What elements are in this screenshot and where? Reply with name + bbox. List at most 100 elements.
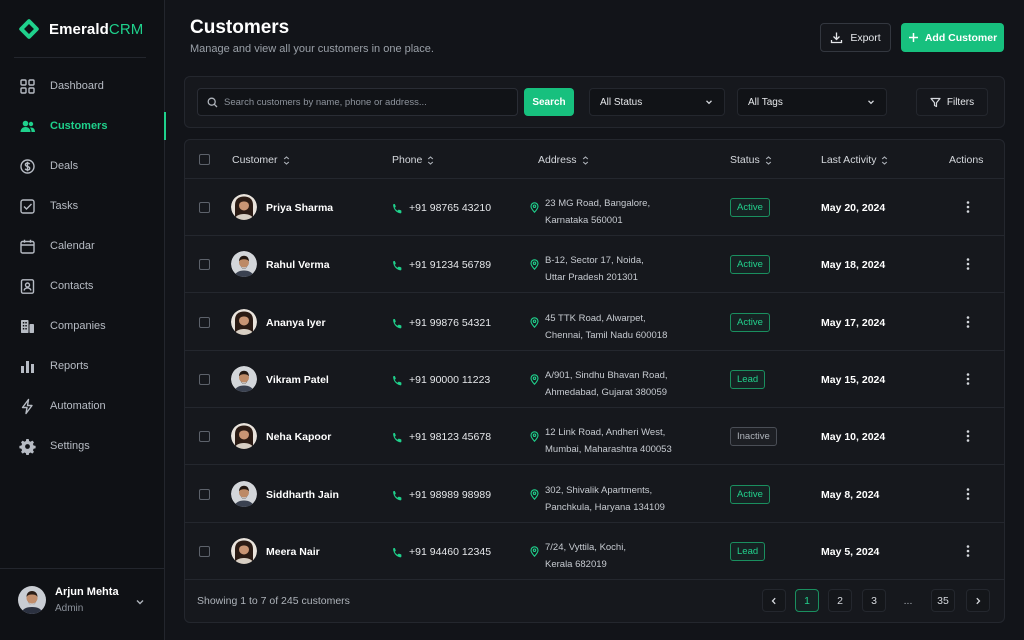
- sidebar-item-tasks[interactable]: Tasks: [0, 186, 165, 226]
- more-vertical-icon[interactable]: [963, 257, 973, 271]
- chevron-down-icon[interactable]: [134, 596, 146, 608]
- more-vertical-icon[interactable]: [963, 487, 973, 501]
- more-vertical-icon[interactable]: [963, 372, 973, 386]
- sidebar-item-dashboard[interactable]: Dashboard: [0, 66, 165, 106]
- sidebar-item-calendar[interactable]: Calendar: [0, 226, 165, 266]
- row-checkbox[interactable]: [199, 489, 210, 500]
- table-row[interactable]: Priya Sharma +91 98765 43210 23 MG Road,…: [185, 179, 1004, 236]
- last-activity: May 10, 2024: [821, 431, 886, 443]
- more-vertical-icon[interactable]: [963, 315, 973, 329]
- sidebar-item-label: Customers: [50, 120, 108, 132]
- address-line-2: Kerala 682019: [545, 559, 607, 570]
- select-all-checkbox[interactable]: [199, 154, 210, 165]
- pagination-summary: Showing 1 to 7 of 245 customers: [197, 595, 350, 607]
- table-row[interactable]: Meera Nair +91 94460 12345 7/24, Vyttila…: [185, 523, 1004, 580]
- row-checkbox[interactable]: [199, 546, 210, 557]
- address-cell: 23 MG Road, Bangalore, Karnataka 560001: [545, 195, 650, 229]
- search-field[interactable]: [197, 88, 518, 116]
- column-header-address[interactable]: Address: [538, 154, 589, 166]
- sidebar-item-deals[interactable]: Deals: [0, 146, 165, 186]
- divider: [14, 57, 146, 58]
- sidebar-item-customers[interactable]: Customers: [0, 106, 166, 146]
- filter-funnel-icon: [930, 97, 941, 107]
- location-pin-icon: [530, 259, 539, 270]
- page-button-3[interactable]: 3: [862, 589, 886, 612]
- more-vertical-icon[interactable]: [963, 544, 973, 558]
- row-checkbox[interactable]: [199, 259, 210, 270]
- location-pin-icon: [530, 317, 539, 328]
- row-checkbox[interactable]: [199, 374, 210, 385]
- row-checkbox[interactable]: [199, 317, 210, 328]
- filters-button[interactable]: Filters: [916, 88, 988, 116]
- sidebar-item-companies[interactable]: Companies: [0, 306, 165, 346]
- page-button-1[interactable]: 1: [795, 589, 819, 612]
- search-input[interactable]: [224, 96, 514, 108]
- customer-name[interactable]: Ananya Iyer: [266, 317, 326, 329]
- avatar: [231, 251, 257, 277]
- row-checkbox[interactable]: [199, 431, 210, 442]
- phone-cell[interactable]: +91 99876 54321: [392, 317, 491, 329]
- customer-name[interactable]: Rahul Verma: [266, 259, 330, 271]
- customer-name[interactable]: Neha Kapoor: [266, 431, 331, 443]
- bar-chart-icon: [21, 360, 34, 373]
- customer-name[interactable]: Siddharth Jain: [266, 489, 339, 501]
- phone-icon: [393, 260, 402, 270]
- phone-cell[interactable]: +91 98989 98989: [392, 489, 491, 501]
- column-header-last-activity[interactable]: Last Activity: [821, 154, 888, 166]
- phone-cell[interactable]: +91 94460 12345: [392, 546, 491, 558]
- address-line-2: Panchkula, Haryana 134109: [545, 502, 665, 513]
- search-button[interactable]: Search: [524, 88, 574, 116]
- sidebar-item-automation[interactable]: Automation: [0, 386, 165, 426]
- address-line-1: 23 MG Road, Bangalore,: [545, 198, 651, 209]
- sort-icon: [882, 155, 888, 165]
- phone-cell[interactable]: +91 98765 43210: [392, 202, 491, 214]
- prev-page-button[interactable]: [762, 589, 786, 612]
- location-pin-icon: [530, 431, 539, 442]
- last-activity: May 20, 2024: [821, 202, 886, 214]
- table-row[interactable]: Neha Kapoor +91 98123 45678 12 Link Road…: [185, 408, 1004, 465]
- export-button[interactable]: Export: [820, 23, 891, 52]
- sidebar-item-label: Contacts: [50, 280, 94, 292]
- column-header-status[interactable]: Status: [730, 154, 772, 166]
- table-row[interactable]: Siddharth Jain +91 98989 98989 302, Shiv…: [185, 466, 1004, 523]
- customer-name[interactable]: Priya Sharma: [266, 202, 333, 214]
- brand-name: EmeraldCRM: [49, 20, 144, 38]
- avatar: [231, 366, 257, 392]
- avatar: [18, 586, 46, 614]
- user-role: Admin: [55, 603, 84, 614]
- table-row[interactable]: Rahul Verma +91 91234 56789 B-12, Sector…: [185, 236, 1004, 293]
- table-row[interactable]: Ananya Iyer +91 99876 54321 45 TTK Road,…: [185, 294, 1004, 351]
- page-button-2[interactable]: 2: [828, 589, 852, 612]
- page-button-35[interactable]: 35: [931, 589, 955, 612]
- status-select[interactable]: All Status: [589, 88, 725, 116]
- address-line-1: 7/24, Vyttila, Kochi,: [545, 542, 626, 553]
- phone-number: +91 91234 56789: [409, 259, 492, 271]
- add-customer-button[interactable]: Add Customer: [901, 23, 1004, 52]
- address-line-2: Mumbai, Maharashtra 400053: [545, 444, 672, 455]
- sidebar-item-reports[interactable]: Reports: [0, 346, 165, 386]
- phone-cell[interactable]: +91 91234 56789: [392, 259, 491, 271]
- sidebar-item-settings[interactable]: Settings: [0, 426, 165, 466]
- user-profile[interactable]: Arjun Mehta Admin: [18, 586, 119, 614]
- row-checkbox[interactable]: [199, 202, 210, 213]
- next-page-button[interactable]: [966, 589, 990, 612]
- sidebar-item-label: Companies: [50, 320, 106, 332]
- more-vertical-icon[interactable]: [963, 429, 973, 443]
- users-icon: [20, 120, 35, 132]
- tags-select-value: All Tags: [748, 96, 783, 108]
- tags-select[interactable]: All Tags: [737, 88, 887, 116]
- phone-icon: [393, 432, 402, 442]
- more-vertical-icon[interactable]: [963, 200, 973, 214]
- phone-cell[interactable]: +91 98123 45678: [392, 431, 491, 443]
- building-icon: [21, 319, 34, 333]
- sidebar-item-label: Calendar: [50, 240, 95, 252]
- brand[interactable]: EmeraldCRM: [18, 18, 143, 40]
- column-header-customer[interactable]: Customer: [232, 154, 290, 166]
- phone-cell[interactable]: +91 90000 11223: [392, 374, 490, 386]
- address-cell: 302, Shivalik Apartments, Panchkula, Har…: [545, 482, 665, 516]
- column-header-phone[interactable]: Phone: [392, 154, 434, 166]
- table-row[interactable]: Vikram Patel +91 90000 11223 A/901, Sind…: [185, 351, 1004, 408]
- customer-name[interactable]: Meera Nair: [266, 546, 320, 558]
- customer-name[interactable]: Vikram Patel: [266, 374, 329, 386]
- sidebar-item-contacts[interactable]: Contacts: [0, 266, 165, 306]
